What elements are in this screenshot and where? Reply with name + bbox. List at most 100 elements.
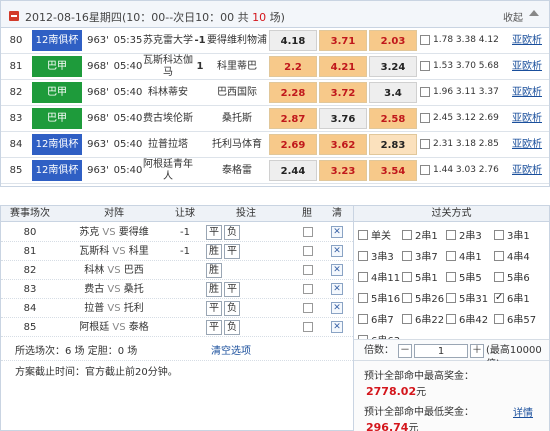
clear-row-icon[interactable]: ✕ [331, 245, 343, 257]
pass-option[interactable]: 4串1 [446, 251, 482, 265]
pass-option-checkbox[interactable] [446, 251, 456, 261]
pick-chip[interactable]: 胜 [206, 282, 222, 297]
odd-draw-button[interactable]: 3.71 [319, 30, 367, 51]
pass-option[interactable]: 4串4 [494, 251, 530, 265]
pass-option[interactable]: 6串7 [358, 314, 394, 328]
pass-option-checkbox[interactable] [402, 272, 412, 282]
pass-option-checkbox[interactable] [402, 314, 412, 324]
fold-button[interactable]: 收起 [503, 9, 523, 24]
pass-option-checkbox[interactable] [446, 293, 456, 303]
odd-draw-button[interactable]: 3.62 [319, 134, 367, 155]
row-checkbox[interactable] [420, 61, 430, 71]
clear-row-icon[interactable]: ✕ [331, 226, 343, 238]
pass-option-checkbox[interactable] [494, 230, 504, 240]
odd-win-button[interactable]: 4.18 [269, 30, 317, 51]
dan-checkbox[interactable] [303, 265, 313, 275]
pass-option-checkbox[interactable] [358, 314, 368, 324]
analysis-link[interactable]: 亚欧析 [505, 80, 549, 105]
odd-draw-button[interactable]: 3.76 [319, 108, 367, 129]
pick-chip[interactable]: 胜 [206, 263, 222, 278]
collapse-square-icon[interactable] [9, 11, 19, 21]
row-checkbox[interactable] [420, 113, 430, 123]
odd-lose-button[interactable]: 2.03 [369, 30, 417, 51]
detail-link[interactable]: 详情 [513, 404, 533, 419]
pass-option-checkbox[interactable] [446, 272, 456, 282]
pass-option[interactable]: 3串3 [358, 251, 394, 265]
clear-row-icon[interactable]: ✕ [331, 283, 343, 295]
pick-chip[interactable]: 平 [206, 301, 222, 316]
odd-draw-button[interactable]: 3.72 [319, 82, 367, 103]
pick-chip[interactable]: 负 [224, 320, 240, 335]
pass-option[interactable]: 6串22 [402, 314, 444, 328]
pass-option[interactable]: 5串26 [402, 293, 444, 307]
pass-option-checkbox[interactable] [358, 293, 368, 303]
pick-chip[interactable]: 平 [224, 244, 240, 259]
pass-option[interactable]: 2串3 [446, 230, 482, 244]
multiple-input[interactable]: 1 [414, 344, 468, 358]
row-checkbox[interactable] [420, 35, 430, 45]
pass-option-checkbox[interactable] [494, 314, 504, 324]
pass-option-checkbox[interactable] [402, 230, 412, 240]
pass-option-checkbox[interactable] [494, 272, 504, 282]
dan-checkbox[interactable] [303, 303, 313, 313]
odd-lose-button[interactable]: 3.4 [369, 82, 417, 103]
fold-arrow-icon[interactable] [529, 10, 539, 16]
pass-option-checkbox[interactable] [358, 251, 368, 261]
analysis-link[interactable]: 亚欧析 [505, 106, 549, 131]
pass-option[interactable]: 5串31 [446, 293, 488, 307]
pass-option-checkbox[interactable] [402, 251, 412, 261]
pass-option-checkbox[interactable] [494, 291, 504, 305]
odd-lose-button[interactable]: 3.54 [369, 160, 417, 181]
multiple-plus-button[interactable]: ＋ [470, 344, 484, 358]
pass-option[interactable]: 6串42 [446, 314, 488, 328]
pass-option-checkbox[interactable] [358, 272, 368, 282]
pass-option-checkbox[interactable] [358, 230, 368, 240]
analysis-link[interactable]: 亚欧析 [505, 54, 549, 79]
odd-lose-button[interactable]: 2.58 [369, 108, 417, 129]
row-checkbox[interactable] [420, 165, 430, 175]
odd-win-button[interactable]: 2.87 [269, 108, 317, 129]
analysis-link[interactable]: 亚欧析 [505, 28, 549, 53]
pass-option[interactable]: 2串1 [402, 230, 438, 244]
clear-row-icon[interactable]: ✕ [331, 321, 343, 333]
clear-options-link[interactable]: 清空选项 [211, 342, 251, 361]
pick-chip[interactable]: 负 [224, 301, 240, 316]
odd-win-button[interactable]: 2.44 [269, 160, 317, 181]
pass-option[interactable]: 5串1 [402, 272, 438, 286]
dan-checkbox[interactable] [303, 246, 313, 256]
pass-option[interactable]: 单关 [358, 230, 391, 244]
pass-option[interactable]: 3串1 [494, 230, 530, 244]
pick-chip[interactable]: 胜 [206, 244, 222, 259]
pick-chip[interactable]: 负 [224, 225, 240, 240]
dan-checkbox[interactable] [303, 322, 313, 332]
clear-row-icon[interactable]: ✕ [331, 302, 343, 314]
pass-option[interactable]: 6串57 [494, 314, 536, 328]
pick-chip[interactable]: 平 [206, 225, 222, 240]
analysis-link[interactable]: 亚欧析 [505, 158, 549, 183]
clear-row-icon[interactable]: ✕ [331, 264, 343, 276]
pass-option[interactable]: 5串6 [494, 272, 530, 286]
pass-option[interactable]: 5串16 [358, 293, 400, 307]
pass-option[interactable]: 4串11 [358, 272, 400, 286]
odd-lose-button[interactable]: 2.83 [369, 134, 417, 155]
pick-chip[interactable]: 平 [224, 282, 240, 297]
analysis-link[interactable]: 亚欧析 [505, 132, 549, 157]
pass-option[interactable]: 3串7 [402, 251, 438, 265]
odd-lose-button[interactable]: 3.24 [369, 56, 417, 77]
odd-draw-button[interactable]: 3.23 [319, 160, 367, 181]
pick-chip[interactable]: 平 [206, 320, 222, 335]
dan-checkbox[interactable] [303, 227, 313, 237]
dan-checkbox[interactable] [303, 284, 313, 294]
row-checkbox[interactable] [420, 139, 430, 149]
pass-option-checkbox[interactable] [446, 230, 456, 240]
pass-option-checkbox[interactable] [402, 293, 412, 303]
odd-win-button[interactable]: 2.2 [269, 56, 317, 77]
odd-win-button[interactable]: 2.69 [269, 134, 317, 155]
pass-option[interactable]: 6串1 [494, 291, 530, 307]
pass-option-checkbox[interactable] [494, 251, 504, 261]
row-checkbox[interactable] [420, 87, 430, 97]
pass-option-checkbox[interactable] [446, 314, 456, 324]
multiple-minus-button[interactable]: － [398, 344, 412, 358]
odd-win-button[interactable]: 2.28 [269, 82, 317, 103]
pass-option[interactable]: 5串5 [446, 272, 482, 286]
